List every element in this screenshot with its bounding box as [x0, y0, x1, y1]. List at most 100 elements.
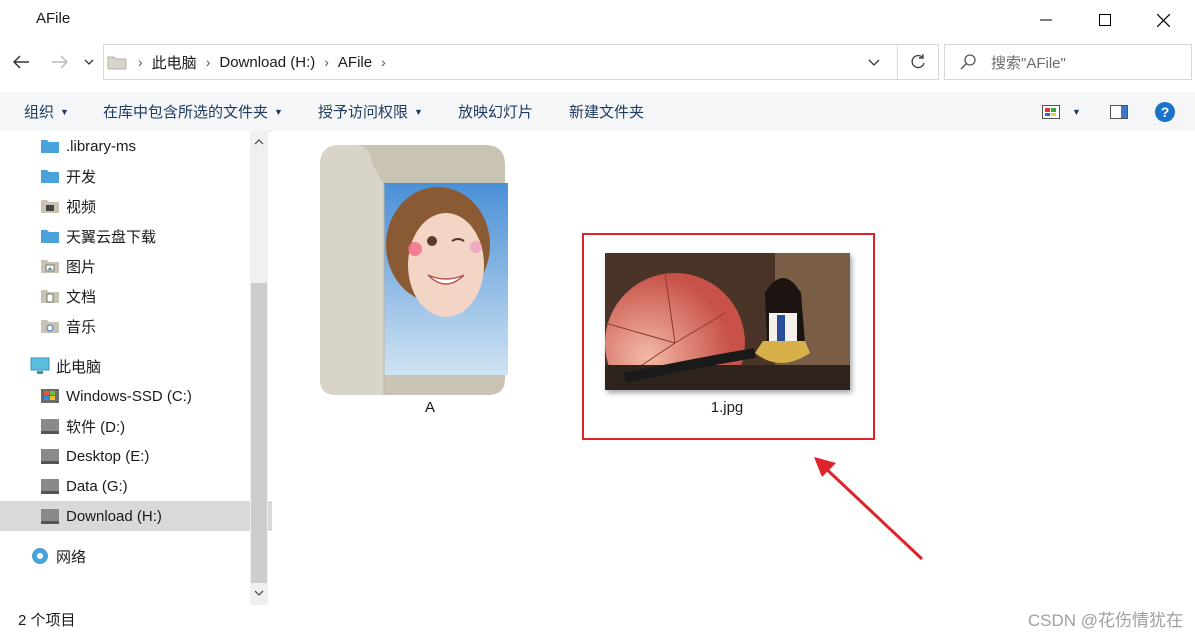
svg-text:?: ? — [1161, 104, 1170, 120]
folder-icon — [40, 167, 60, 185]
sidebar-item-this-pc[interactable]: 此电脑 — [0, 351, 279, 381]
new-folder-button[interactable]: 新建文件夹 — [569, 92, 644, 131]
pictures-folder-icon — [40, 257, 60, 275]
sidebar-item-documents[interactable]: 文档 — [0, 281, 289, 311]
sidebar-item-dev[interactable]: 开发 — [0, 161, 289, 191]
close-icon — [1157, 13, 1170, 27]
breadcrumb-separator-icon[interactable]: › — [378, 54, 389, 70]
caret-down-icon: ▼ — [60, 106, 69, 117]
videos-folder-icon — [40, 197, 60, 215]
sidebar-item-pictures[interactable]: 图片 — [0, 251, 289, 281]
sidebar-scrollbar[interactable] — [250, 131, 268, 605]
address-history-dropdown[interactable] — [859, 45, 889, 79]
forward-button[interactable] — [45, 47, 75, 77]
scroll-down-button[interactable] — [250, 584, 268, 602]
sidebar-item-drive-c[interactable]: Windows-SSD (C:) — [0, 381, 289, 411]
sidebar-item-label: 软件 (D:) — [66, 418, 126, 436]
folder-icon — [40, 137, 60, 155]
highlight-box — [582, 233, 875, 440]
sidebar-item-library-ms[interactable]: .library-ms — [0, 131, 289, 161]
chevron-up-icon — [254, 139, 264, 145]
chevron-down-icon — [84, 59, 94, 65]
sidebar-item-label: 音乐 — [66, 318, 97, 336]
minimize-button[interactable] — [1016, 0, 1075, 40]
sidebar-item-label: 网络 — [56, 548, 87, 566]
preview-pane-icon — [1110, 104, 1128, 119]
include-in-library-button[interactable]: 在库中包含所选的文件夹 ▼ — [103, 92, 283, 131]
folder-icon — [40, 227, 60, 245]
breadcrumb-download-h[interactable]: Download (H:) — [213, 54, 321, 71]
slideshow-label: 放映幻灯片 — [458, 104, 534, 121]
sidebar-item-drive-h[interactable]: Download (H:) — [0, 501, 289, 531]
chevron-down-icon — [254, 590, 264, 596]
sidebar-item-drive-d[interactable]: 软件 (D:) — [0, 411, 289, 441]
computer-icon — [30, 357, 50, 375]
watermark: CSDN @花伤情犹在 — [1027, 611, 1183, 630]
breadcrumb-separator-icon[interactable]: › — [203, 54, 214, 70]
maximize-button[interactable] — [1075, 0, 1134, 40]
sidebar-item-label: 视频 — [66, 198, 97, 216]
search-icon — [960, 54, 976, 70]
drive-icon — [40, 417, 60, 435]
caret-down-icon: ▼ — [274, 106, 283, 117]
close-button[interactable] — [1134, 0, 1193, 40]
slideshow-button[interactable]: 放映幻灯片 — [458, 92, 533, 131]
navigation-pane: .library-ms 开发 视频 天翼云盘下载 图片 文档 音乐 此电脑 Wi… — [0, 131, 289, 605]
drive-icon — [40, 477, 60, 495]
chevron-down-icon — [868, 59, 880, 66]
organize-menu-button[interactable]: 组织 ▼ — [24, 92, 69, 131]
sidebar-item-drive-g[interactable]: Data (G:) — [0, 471, 289, 501]
folder-thumbnail-icon — [320, 145, 508, 395]
sidebar-item-label: Windows-SSD (C:) — [66, 387, 192, 405]
change-view-button[interactable] — [1042, 92, 1060, 131]
view-icon — [1042, 104, 1060, 119]
grant-access-label: 授予访问权限 — [318, 104, 409, 121]
organize-label: 组织 — [24, 104, 55, 121]
command-bar: 组织 ▼ 在库中包含所选的文件夹 ▼ 授予访问权限 ▼ 放映幻灯片 新建文件夹 ▼ ? — [0, 92, 1195, 132]
sidebar-item-drive-e[interactable]: Desktop (E:) — [0, 441, 289, 471]
scroll-thumb[interactable] — [251, 283, 267, 583]
breadcrumb-separator-icon[interactable]: › — [321, 54, 332, 70]
breadcrumb: › 此电脑 › Download (H:) › AFile › — [104, 45, 389, 79]
music-folder-icon — [40, 317, 60, 335]
preview-pane-button[interactable] — [1110, 92, 1128, 131]
recent-locations-button[interactable] — [78, 47, 100, 77]
breadcrumb-this-pc[interactable]: 此电脑 — [146, 52, 203, 73]
breadcrumb-afile[interactable]: AFile — [332, 54, 378, 71]
minimize-icon — [1039, 19, 1052, 21]
sidebar-item-label: .library-ms — [66, 137, 136, 155]
drive-icon — [40, 447, 60, 465]
sidebar-item-network[interactable]: 网络 — [0, 541, 279, 571]
grant-access-button[interactable]: 授予访问权限 ▼ — [318, 92, 423, 131]
sidebar-item-label: Desktop (E:) — [66, 447, 150, 465]
drive-icon — [40, 507, 60, 525]
new-folder-label: 新建文件夹 — [569, 104, 645, 121]
back-button[interactable] — [6, 47, 36, 77]
back-arrow-icon — [13, 55, 29, 69]
item-count: 2 个项目 — [18, 612, 76, 629]
forward-arrow-icon — [52, 55, 68, 69]
include-in-library-label: 在库中包含所选的文件夹 — [103, 104, 269, 121]
search-box[interactable]: 搜索"AFile" — [944, 44, 1192, 80]
network-icon — [30, 547, 50, 565]
sidebar-item-label: 此电脑 — [56, 358, 102, 376]
sidebar-item-tianyi-cloud[interactable]: 天翼云盘下载 — [0, 221, 289, 251]
sidebar-item-videos[interactable]: 视频 — [0, 191, 289, 221]
scroll-up-button[interactable] — [250, 133, 268, 151]
help-button[interactable]: ? — [1155, 92, 1175, 131]
address-bar[interactable]: › 此电脑 › Download (H:) › AFile › — [103, 44, 939, 80]
folder-item-a[interactable] — [320, 145, 510, 395]
search-placeholder: 搜索"AFile" — [991, 54, 1066, 72]
help-icon: ? — [1155, 101, 1175, 122]
window-title: AFile — [36, 10, 71, 27]
sidebar-item-label: Download (H:) — [66, 507, 162, 525]
breadcrumb-separator-icon[interactable]: › — [135, 54, 146, 70]
folder-name: A — [424, 399, 435, 416]
caret-down-icon: ▼ — [1072, 106, 1081, 117]
sidebar-item-music[interactable]: 音乐 — [0, 311, 289, 341]
view-options-dropdown[interactable]: ▼ — [1072, 92, 1081, 131]
sidebar-item-label: 开发 — [66, 168, 97, 186]
caret-down-icon: ▼ — [414, 106, 423, 117]
maximize-icon — [1098, 14, 1111, 26]
refresh-button[interactable] — [897, 45, 938, 79]
